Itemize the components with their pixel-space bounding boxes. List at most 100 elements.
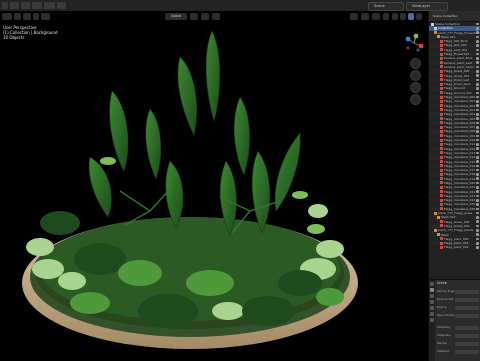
tool-tab-icon[interactable] xyxy=(430,282,434,286)
visibility-eye-icon[interactable] xyxy=(476,108,479,112)
visibility-eye-icon[interactable] xyxy=(476,203,479,206)
visibility-eye-icon[interactable] xyxy=(476,125,479,129)
visibility-eye-icon[interactable] xyxy=(476,35,479,39)
visibility-eye-icon[interactable] xyxy=(476,147,479,150)
visibility-eye-icon[interactable] xyxy=(476,216,479,219)
property-field[interactable] xyxy=(455,289,479,294)
visibility-eye-icon[interactable] xyxy=(476,229,479,232)
visibility-eye-icon[interactable] xyxy=(476,237,479,241)
visibility-eye-icon[interactable] xyxy=(476,39,479,43)
visibility-eye-icon[interactable] xyxy=(476,190,479,193)
material-icon xyxy=(440,91,443,95)
visibility-eye-icon[interactable] xyxy=(476,207,479,211)
visibility-eye-icon[interactable] xyxy=(476,211,479,215)
visibility-eye-icon[interactable] xyxy=(476,61,479,65)
3d-viewport[interactable]: Global User Perspective (1) Collection |… xyxy=(0,11,428,360)
visibility-eye-icon[interactable] xyxy=(476,82,479,86)
outliner-row[interactable]: Flagg_plant_002 xyxy=(429,245,480,249)
visibility-eye-icon[interactable] xyxy=(476,100,479,103)
material-icon xyxy=(440,164,443,168)
properties-panel[interactable]: Scene Render Engine Feature Set Device Open… xyxy=(429,279,480,361)
visibility-eye-icon[interactable] xyxy=(476,31,479,34)
material-icon xyxy=(440,117,443,121)
property-label: Integrator xyxy=(437,333,452,337)
material-icon xyxy=(440,52,443,56)
visibility-eye-icon[interactable] xyxy=(476,22,479,26)
material-icon xyxy=(440,48,443,52)
output-tab-icon[interactable] xyxy=(430,294,434,298)
visibility-eye-icon[interactable] xyxy=(476,173,479,176)
visibility-eye-icon[interactable] xyxy=(476,233,479,236)
visibility-eye-icon[interactable] xyxy=(476,198,479,202)
material-icon xyxy=(440,177,443,181)
scene-tab-icon[interactable] xyxy=(430,306,434,310)
view-layer-label: ViewLayer xyxy=(412,4,431,8)
visibility-eye-icon[interactable] xyxy=(476,130,479,133)
visibility-eye-icon[interactable] xyxy=(476,117,479,120)
visibility-eye-icon[interactable] xyxy=(476,48,479,52)
visibility-eye-icon[interactable] xyxy=(476,65,479,69)
view-layer-tab-icon[interactable] xyxy=(430,300,434,304)
property-field[interactable] xyxy=(455,333,479,338)
mesh-icon xyxy=(437,233,440,237)
visibility-eye-icon[interactable] xyxy=(476,27,479,30)
visibility-eye-icon[interactable] xyxy=(476,224,479,228)
visibility-eye-icon[interactable] xyxy=(476,70,479,73)
visibility-eye-icon[interactable] xyxy=(476,138,479,142)
visibility-eye-icon[interactable] xyxy=(476,52,479,56)
object-tab-icon[interactable] xyxy=(430,318,434,322)
view-layer-selector[interactable]: ViewLayer xyxy=(406,2,448,11)
material-icon xyxy=(440,207,443,211)
property-field[interactable] xyxy=(455,325,479,330)
visibility-eye-icon[interactable] xyxy=(476,121,479,125)
visibility-eye-icon[interactable] xyxy=(476,246,479,249)
property-field[interactable] xyxy=(455,341,479,346)
visibility-eye-icon[interactable] xyxy=(476,74,479,77)
menu-edit[interactable] xyxy=(21,2,30,9)
visibility-eye-icon[interactable] xyxy=(476,156,479,159)
visibility-eye-icon[interactable] xyxy=(476,57,479,60)
visibility-eye-icon[interactable] xyxy=(476,186,479,189)
properties-tab-strip xyxy=(429,280,435,361)
menu-render[interactable] xyxy=(32,2,42,9)
visibility-eye-icon[interactable] xyxy=(476,177,479,181)
property-field[interactable] xyxy=(455,349,479,354)
visibility-eye-icon[interactable] xyxy=(476,143,479,146)
render-tab-icon[interactable] xyxy=(430,288,434,292)
blender-logo-icon[interactable] xyxy=(2,2,8,9)
visibility-eye-icon[interactable] xyxy=(476,91,479,95)
visibility-eye-icon[interactable] xyxy=(476,194,479,198)
visibility-eye-icon[interactable] xyxy=(476,134,479,138)
visibility-eye-icon[interactable] xyxy=(476,164,479,168)
outliner-panel[interactable]: Scene Collection Scene Collection Collect… xyxy=(429,11,480,276)
visibility-eye-icon[interactable] xyxy=(476,151,479,155)
scene-label: Scene xyxy=(374,4,385,8)
visibility-eye-icon[interactable] xyxy=(476,113,479,116)
visibility-eye-icon[interactable] xyxy=(476,44,479,47)
property-field[interactable] xyxy=(455,305,479,310)
visibility-eye-icon[interactable] xyxy=(476,160,479,163)
visibility-eye-icon[interactable] xyxy=(476,168,479,172)
menu-file[interactable] xyxy=(10,2,19,9)
material-icon xyxy=(440,78,443,82)
property-field[interactable] xyxy=(455,297,479,302)
material-icon xyxy=(440,74,443,78)
property-field[interactable] xyxy=(455,313,479,318)
visibility-eye-icon[interactable] xyxy=(476,104,479,108)
visibility-eye-icon[interactable] xyxy=(476,87,479,90)
visibility-eye-icon[interactable] xyxy=(476,181,479,185)
world-tab-icon[interactable] xyxy=(430,312,434,316)
material-icon xyxy=(440,237,443,241)
visibility-eye-icon[interactable] xyxy=(476,95,479,99)
menu-window[interactable] xyxy=(44,2,55,9)
mesh-icon xyxy=(434,211,437,215)
property-label: Viewport xyxy=(437,349,450,353)
scene-selector[interactable]: Scene xyxy=(368,2,404,11)
menu-help[interactable] xyxy=(57,2,66,9)
mesh-icon xyxy=(434,31,437,35)
visibility-eye-icon[interactable] xyxy=(476,241,479,245)
material-icon xyxy=(440,224,443,228)
visibility-eye-icon[interactable] xyxy=(476,220,479,224)
outliner-tree: Scene Collection Collection plant_777_Flag… xyxy=(429,22,480,250)
visibility-eye-icon[interactable] xyxy=(476,78,479,82)
